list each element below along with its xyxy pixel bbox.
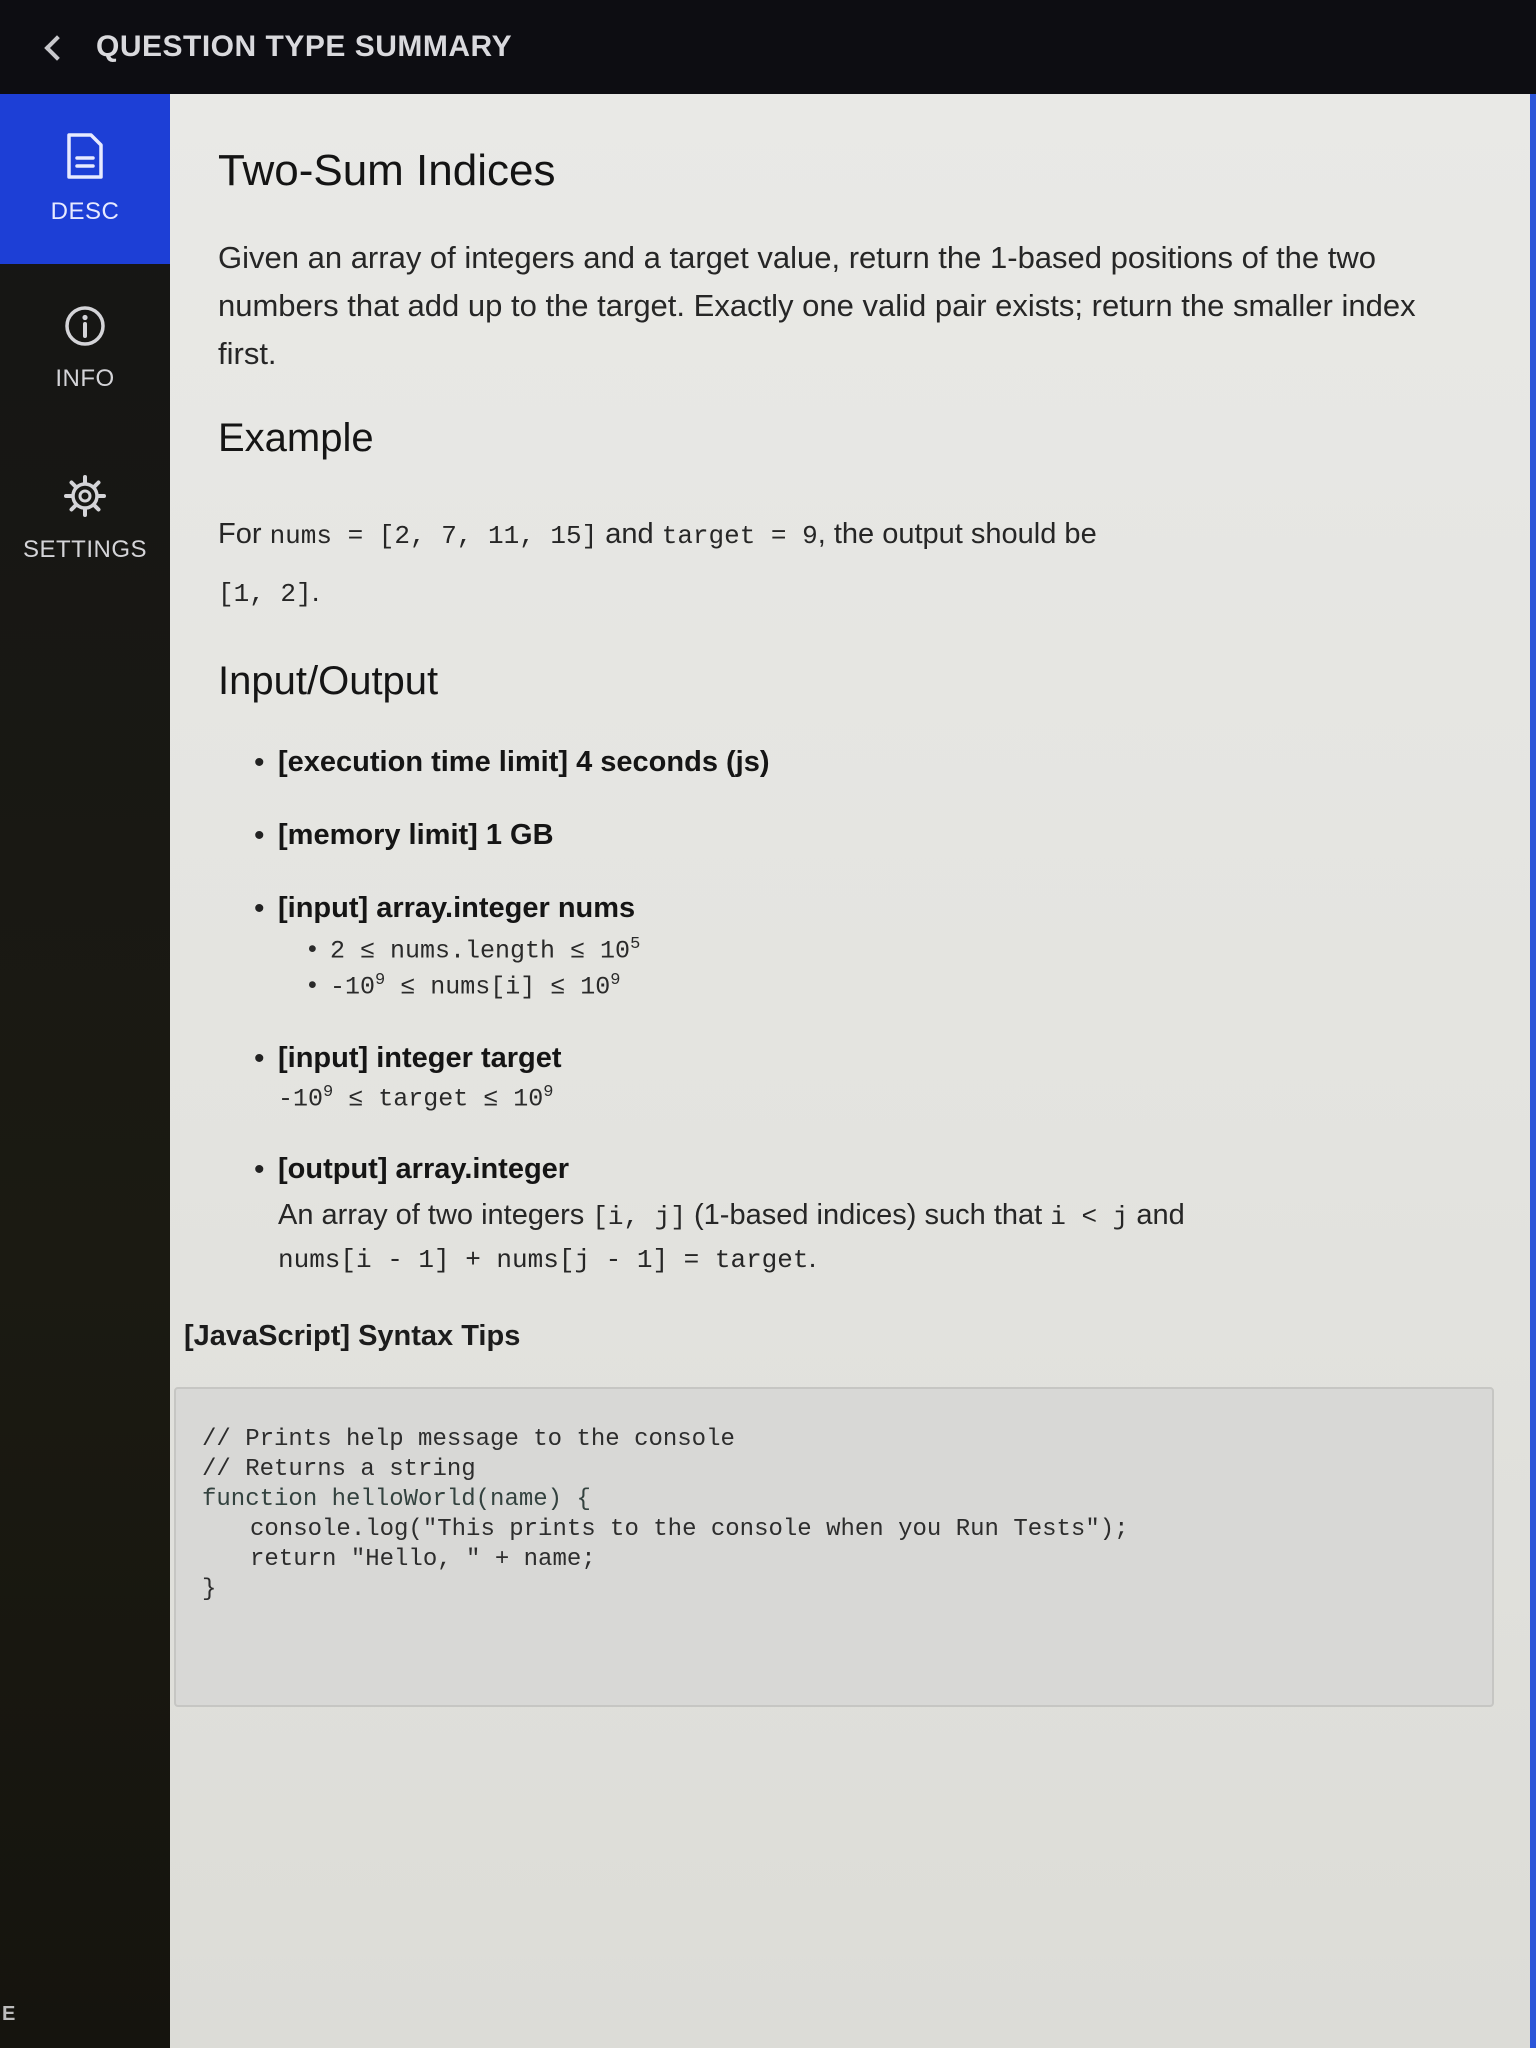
list-item: [memory limit] 1 GB: [254, 819, 1470, 853]
top-header: QUESTION TYPE SUMMARY: [0, 0, 1536, 94]
gear-icon: [63, 474, 107, 518]
example-text: For nums = [2, 7, 11, 15] and target = 9…: [218, 505, 1470, 621]
code-line: return "Hello, " + name;: [250, 1545, 596, 1573]
sidebar: DESC INFO SETTINGS: [0, 94, 170, 2048]
problem-description: Given an array of integers and a target …: [218, 240, 1416, 372]
footer-mark: E: [2, 2003, 16, 2025]
output-label: [output] array.integer: [278, 1153, 570, 1186]
chevron-left-icon[interactable]: [44, 35, 70, 61]
example-nums-code: nums = [2, 7, 11, 15]: [269, 521, 598, 552]
back-button[interactable]: [44, 35, 70, 61]
list-item: [input] array.integer nums 2 ≤ nums.leng…: [254, 892, 1470, 1002]
description-panel: Two-Sum Indices Given an array of intege…: [170, 94, 1536, 2048]
page-title: Two-Sum Indices: [218, 146, 556, 195]
header-title: QUESTION TYPE SUMMARY: [96, 30, 513, 63]
code-block: // Prints help message to the console //…: [174, 1386, 1494, 1707]
example-prefix: For: [218, 518, 270, 551]
memory-limit: [memory limit] 1 GB: [278, 819, 554, 852]
sidebar-item-label: INFO: [55, 365, 115, 392]
info-icon: [64, 305, 106, 347]
code-line: console.log("This prints to the console …: [250, 1515, 1129, 1543]
syntax-tips-heading: [JavaScript] Syntax Tips: [184, 1319, 521, 1352]
input-target-label: [input] integer target: [278, 1041, 562, 1074]
code-line: // Prints help message to the console: [202, 1425, 735, 1453]
sidebar-item-info[interactable]: INFO: [0, 264, 170, 434]
io-heading: Input/Output: [218, 659, 439, 704]
sidebar-item-label: DESC: [50, 198, 120, 225]
target-constraint: -109 ≤ target ≤ 109: [278, 1082, 554, 1114]
output-description: An array of two integers [i, j] (1-based…: [278, 1199, 1185, 1275]
sidebar-item-desc[interactable]: DESC: [0, 94, 170, 264]
example-suffix: , the output should be: [817, 518, 1097, 551]
list-item: [output] array.integer An array of two i…: [254, 1153, 1470, 1279]
example-target-code: target = 9: [661, 521, 818, 552]
example-joiner: and: [597, 518, 662, 551]
document-icon: [65, 132, 105, 180]
constraint-item: -109 ≤ nums[i] ≤ 109: [308, 971, 1470, 1001]
input-nums-label: [input] array.integer nums: [278, 892, 636, 925]
io-list: [execution time limit] 4 seconds (js) [m…: [218, 746, 1470, 1279]
sidebar-item-settings[interactable]: SETTINGS: [0, 434, 170, 604]
list-item: [input] integer target -109 ≤ target ≤ 1…: [254, 1041, 1470, 1114]
time-limit: [execution time limit] 4 seconds (js): [278, 746, 770, 779]
code-line: // Returns a string: [202, 1455, 476, 1483]
example-period: .: [311, 576, 320, 609]
example-output-code: [1, 2]: [218, 579, 312, 610]
nums-constraints: 2 ≤ nums.length ≤ 105 -109 ≤ nums[i] ≤ 1…: [278, 935, 1470, 1002]
constraint-item: 2 ≤ nums.length ≤ 105: [308, 935, 1470, 965]
list-item: [execution time limit] 4 seconds (js): [254, 746, 1470, 780]
example-heading: Example: [218, 416, 374, 461]
code-line: }: [202, 1575, 217, 1603]
code-line: function helloWorld(name) {: [202, 1485, 591, 1513]
sidebar-item-label: SETTINGS: [22, 536, 147, 563]
